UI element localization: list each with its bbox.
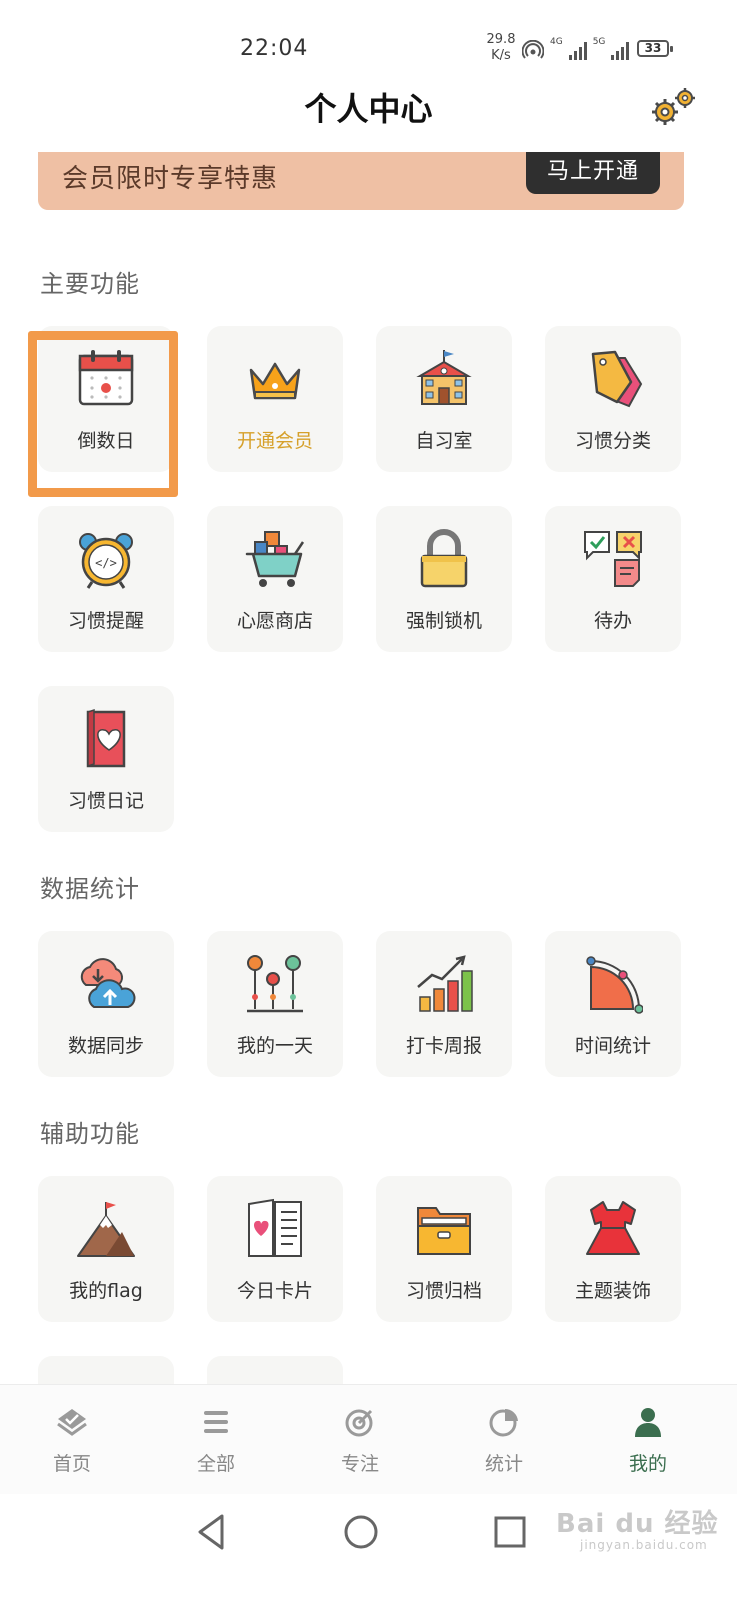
tile-label: 我的flag (69, 1280, 143, 1302)
folder-archive-icon (417, 1207, 471, 1255)
tile-habit-diary[interactable]: 习惯日记 (38, 686, 174, 832)
tile-theme-decor[interactable]: 主题装饰 (545, 1176, 681, 1322)
network-type-1: 4G (550, 37, 563, 47)
battery-icon: 33 (637, 40, 673, 57)
gear-icon[interactable] (651, 84, 699, 128)
tile-label: 习惯日记 (67, 790, 144, 812)
signal-icon (568, 42, 587, 60)
tile-partial[interactable] (207, 1356, 343, 1384)
menu-lines-icon (204, 1411, 228, 1433)
alarm-clock-icon: </> (79, 533, 133, 589)
back-icon[interactable] (192, 1512, 232, 1552)
tile-time-stats[interactable]: 时间统计 (545, 931, 681, 1077)
section-title-main: 主要功能 (40, 270, 140, 298)
status-bar: 22:04 29.8 K/s 4G 5G 33 (0, 0, 737, 80)
promo-text: 会员限时专享特惠 (62, 164, 279, 194)
tile-label: 习惯归档 (405, 1280, 482, 1302)
section-title-stats: 数据统计 (40, 875, 140, 903)
tile-label: 开通会员 (236, 430, 313, 452)
timeline-icon (247, 955, 303, 1013)
network-type-2: 5G (592, 37, 606, 47)
section-title-assist: 辅助功能 (40, 1120, 140, 1148)
bottom-navigation: 首页 全部 专注 统计 我的 (0, 1384, 737, 1495)
tile-label: 时间统计 (574, 1035, 651, 1057)
todo-notes-icon (584, 531, 642, 587)
heart-diary-icon (86, 708, 126, 768)
card-book-icon (248, 1198, 302, 1257)
user-icon (635, 1408, 661, 1437)
mountain-flag-icon (77, 1202, 135, 1257)
tile-label: 倒数日 (77, 430, 135, 452)
tile-data-sync[interactable]: 数据同步 (38, 931, 174, 1077)
tile-weekly-report[interactable]: 打卡周报 (376, 931, 512, 1077)
vip-promo-banner[interactable]: 会员限时专享特惠 马上开通 (38, 152, 684, 210)
shopping-cart-icon (245, 531, 305, 587)
nav-home[interactable]: 首页 (22, 1405, 122, 1485)
tile-label: 待办 (593, 610, 632, 632)
network-speed: 29.8 K/s (486, 32, 516, 63)
tile-label: 今日卡片 (236, 1280, 313, 1302)
tile-label: 打卡周报 (405, 1035, 482, 1057)
recents-square-icon[interactable] (490, 1512, 530, 1552)
svg-text:</>: </> (95, 556, 117, 570)
tile-habit-reminder[interactable]: </> 习惯提醒 (38, 506, 174, 652)
pie-chart-icon (489, 1409, 518, 1437)
hotspot-icon (522, 40, 544, 59)
signal-area: 4G 5G (522, 37, 630, 60)
home-layers-icon (57, 1409, 87, 1436)
tile-todo[interactable]: 待办 (545, 506, 681, 652)
nav-mine[interactable]: 我的 (598, 1405, 698, 1485)
nav-focus[interactable]: 专注 (310, 1405, 410, 1485)
tile-label: 心愿商店 (236, 610, 313, 632)
tile-label: 习惯提醒 (67, 610, 144, 632)
target-icon (345, 1409, 373, 1437)
padlock-icon (420, 529, 468, 588)
cloud-sync-icon (80, 958, 136, 1008)
pie-slice-icon (586, 956, 643, 1014)
school-building-icon (416, 350, 472, 405)
page-title: 个人中心 (304, 90, 433, 128)
tile-label: 我的一天 (236, 1035, 313, 1057)
tile-habit-archive[interactable]: 习惯归档 (376, 1176, 512, 1322)
signal-icon (611, 42, 630, 60)
nav-all[interactable]: 全部 (166, 1405, 266, 1485)
tile-partial[interactable] (38, 1356, 174, 1384)
dress-icon (586, 1201, 640, 1255)
tag-icon (591, 350, 643, 408)
tile-label: 数据同步 (67, 1035, 144, 1057)
tile-force-lock[interactable]: 强制锁机 (376, 506, 512, 652)
tile-my-flag[interactable]: 我的flag (38, 1176, 174, 1322)
tile-study-room[interactable]: 自习室 (376, 326, 512, 472)
home-circle-icon[interactable] (341, 1512, 381, 1552)
nav-stats[interactable]: 统计 (454, 1405, 554, 1485)
calendar-icon (78, 350, 134, 406)
activate-now-button[interactable]: 马上开通 (526, 152, 660, 194)
tile-vip[interactable]: 开通会员 (207, 326, 343, 472)
tile-label: 主题装饰 (574, 1280, 651, 1302)
tile-countdown[interactable]: 倒数日 (38, 326, 174, 472)
tile-wish-store[interactable]: 心愿商店 (207, 506, 343, 652)
clock: 22:04 (240, 36, 309, 61)
tile-label: 强制锁机 (405, 610, 482, 632)
tile-today-card[interactable]: 今日卡片 (207, 1176, 343, 1322)
tile-label: 习惯分类 (574, 430, 651, 452)
tile-habit-category[interactable]: 习惯分类 (545, 326, 681, 472)
watermark: Bai du 经验 jingyan.baidu.com (556, 1509, 719, 1552)
bar-growth-icon (417, 955, 473, 1012)
crown-icon (249, 362, 301, 400)
tile-my-day[interactable]: 我的一天 (207, 931, 343, 1077)
tile-label: 自习室 (415, 430, 473, 452)
